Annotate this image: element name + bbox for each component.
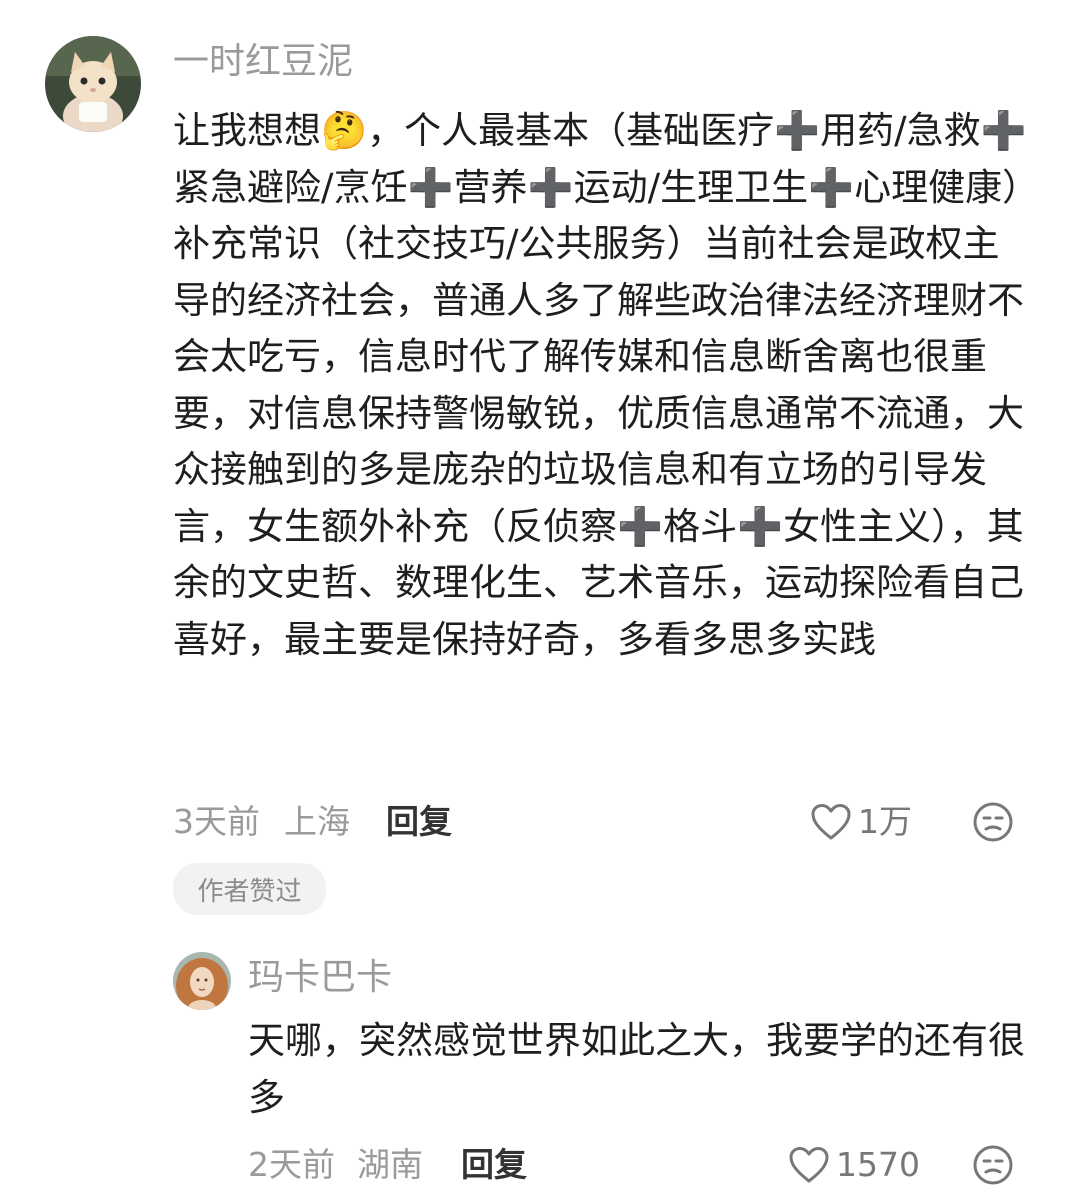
heart-icon — [789, 1147, 829, 1183]
meh-face-icon — [973, 1145, 1013, 1185]
comment-text: 让我想想🤔，个人最基本（基础医疗➕用药/急救➕紧急避险/烹饪➕营养➕运动/生理卫… — [173, 109, 1027, 661]
heart-icon — [811, 804, 851, 840]
reply-button[interactable]: 回复 — [461, 1143, 527, 1187]
author-liked-badge: 作者赞过 — [173, 863, 326, 915]
dislike-button[interactable] — [972, 801, 1014, 843]
comment-location: 上海 — [284, 802, 350, 841]
like-button[interactable]: 1570 — [788, 1143, 920, 1187]
cat-avatar-icon — [45, 36, 141, 132]
like-count: 1万 — [858, 802, 912, 841]
portrait-avatar-icon — [173, 952, 231, 1010]
comment-username[interactable]: 玛卡巴卡 — [248, 954, 392, 1002]
dislike-button[interactable] — [972, 1144, 1014, 1186]
comment-username[interactable]: 一时红豆泥 — [173, 38, 353, 86]
meh-face-icon — [973, 802, 1013, 842]
comment-text: 天哪，突然感觉世界如此之大，我要学的还有很多 — [248, 1019, 1025, 1119]
like-button[interactable]: 1万 — [810, 800, 912, 844]
like-count: 1570 — [836, 1145, 920, 1184]
comment-time: 2天前 — [248, 1145, 335, 1184]
comment-location: 湖南 — [357, 1145, 423, 1184]
user-avatar[interactable] — [173, 952, 231, 1010]
user-avatar[interactable] — [45, 36, 141, 132]
comment-time: 3天前 — [173, 802, 260, 841]
reply-button[interactable]: 回复 — [386, 800, 452, 844]
